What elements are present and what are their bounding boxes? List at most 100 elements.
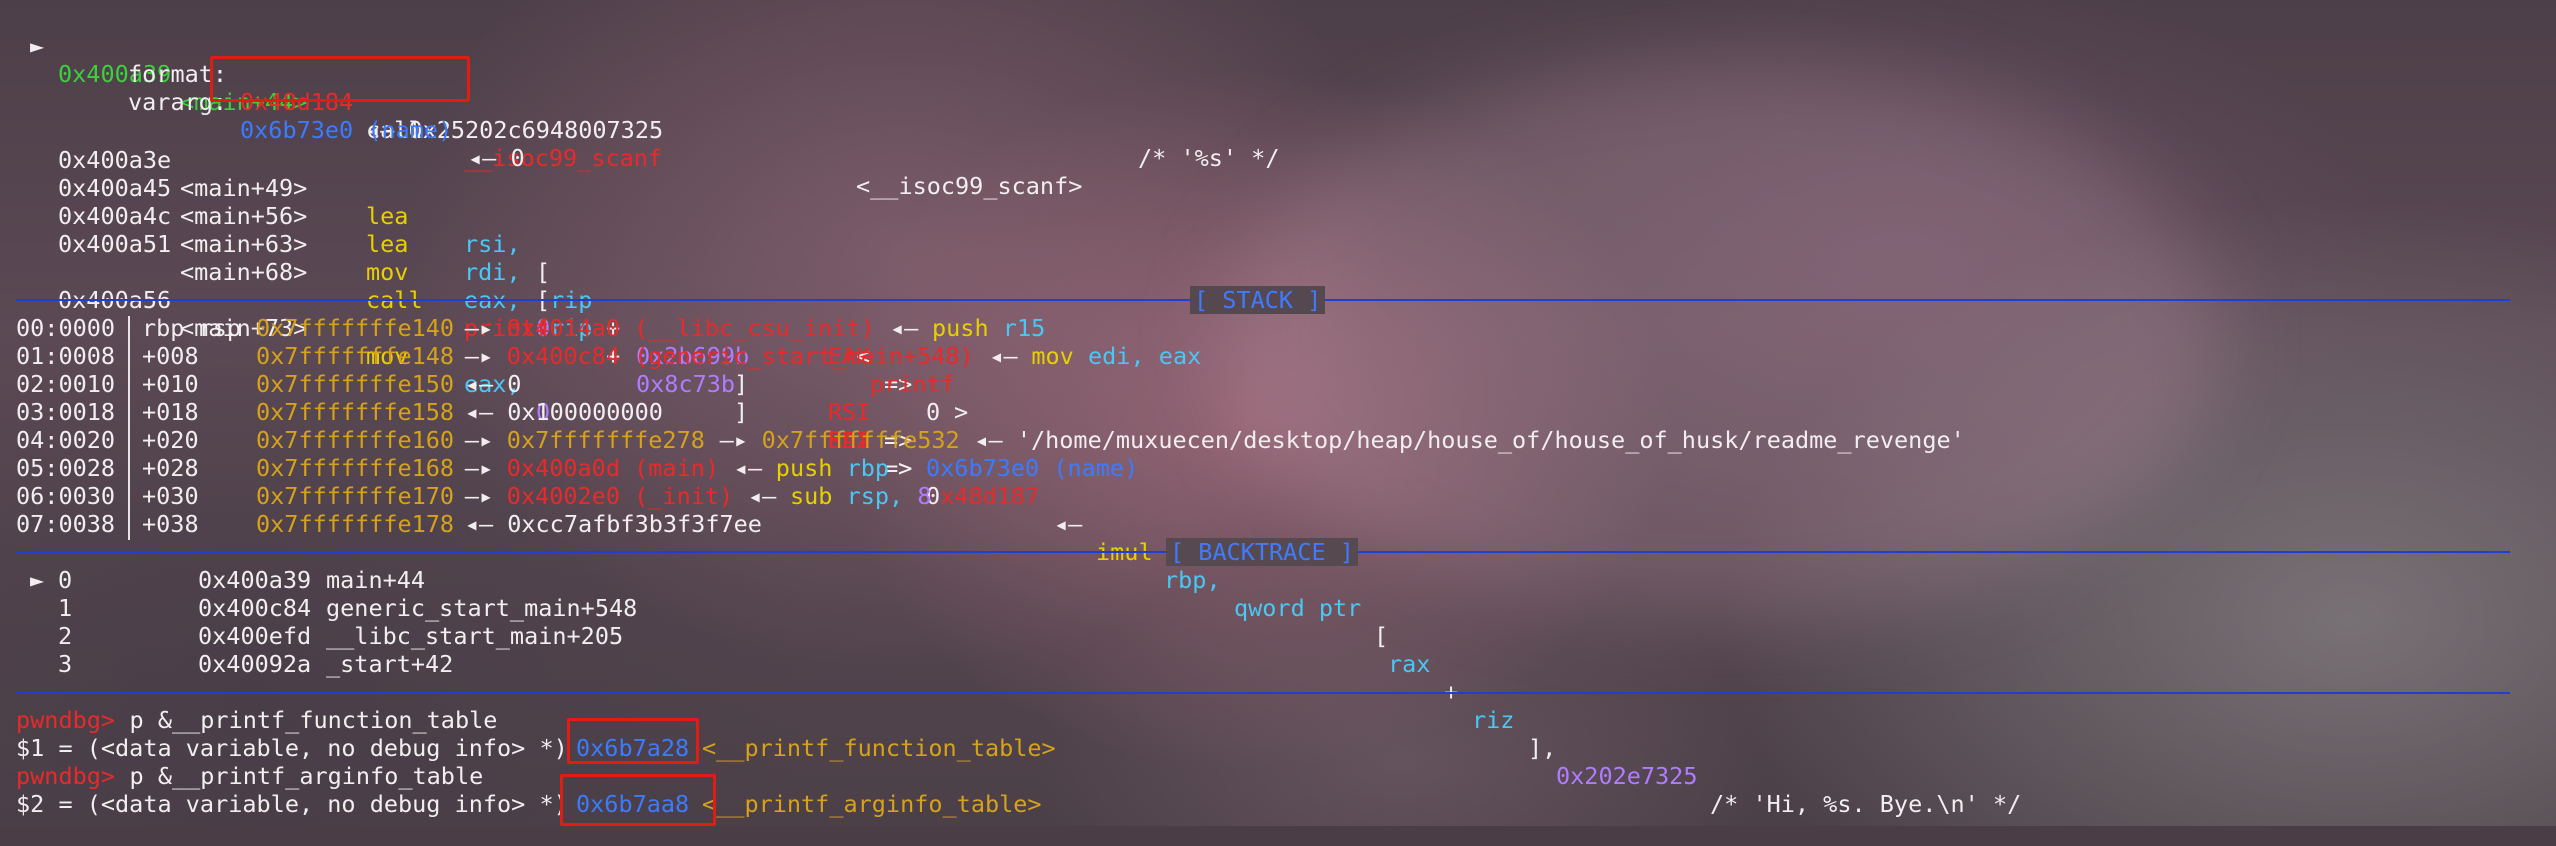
deref-value: 0x400a0d (main)	[506, 454, 720, 482]
disasm-function-offset: <main+68>	[180, 258, 308, 286]
deref-arrow: ◂—	[1054, 510, 1083, 538]
disasm-call-target: <__isoc99_scanf>	[856, 172, 1083, 200]
disasm-register: rsi,	[464, 230, 521, 258]
frame-address: 0x400c84	[198, 594, 312, 622]
deref-arrow: —▸	[464, 314, 494, 342]
tail-register: edi,	[1088, 342, 1145, 370]
result-value: 0	[926, 398, 941, 426]
stack-offset: +038	[142, 510, 199, 538]
stack-offset: rbp rsp	[142, 314, 242, 342]
stack-address: 0x7fffffffe168	[256, 454, 455, 482]
tail-mnemonic: push	[775, 454, 833, 482]
disasm-line: 0x400a3e <main+49> lea rsi, [ rip + 0x2b…	[0, 118, 1138, 482]
stack-title: [ STACK ]	[1190, 286, 1326, 314]
console-result: $2 = (<data variable, no debug info> *)	[16, 790, 568, 818]
console-result: $1 = (<data variable, no debug info> *)	[16, 734, 568, 762]
section-divider	[16, 692, 2510, 694]
disasm-bracket: ]	[734, 398, 749, 426]
pwndbg-prompt: pwndbg>	[16, 706, 116, 734]
stack-index: 03:0018	[16, 398, 116, 426]
disasm-address: 0x400a51	[58, 230, 172, 258]
stack-index: 07:0038	[16, 510, 116, 538]
tail-bracket: [	[1374, 622, 1389, 650]
tail-mnemonic: push	[932, 314, 989, 342]
stack-index: 05:0028	[16, 454, 116, 482]
frame-number: 3	[58, 650, 73, 678]
frame-symbol: generic_start_main+548	[326, 594, 638, 622]
deref-arrow: —▸	[464, 342, 494, 370]
frame-symbol: _start+42	[326, 650, 454, 678]
frame-number: 2	[58, 622, 73, 650]
result-symbol: <__printf_function_table>	[702, 734, 1056, 762]
stack-offset: +028	[142, 454, 199, 482]
deref-string: ◂— '/home/muxuecen/desktop/heap/house_of…	[974, 426, 1965, 454]
tail-number: 0x202e7325	[1556, 762, 1698, 790]
frame-symbol: __libc_start_main+205	[326, 622, 624, 650]
deref-value: 0x7fffffffe278	[506, 426, 705, 454]
deref-value: ◂— 0xcc7afbf3b3f3f7ee	[464, 510, 762, 538]
disasm-address: 0x400a4c	[58, 202, 172, 230]
disasm-mnemonic: lea	[366, 202, 409, 230]
tail-register: rax	[1388, 650, 1431, 678]
frame-number: 0	[58, 566, 73, 594]
disasm-arg-vararg: vararg: 0x6b73e0 (name) ◂— 0	[0, 60, 525, 172]
tail-register: rsp,	[846, 482, 904, 510]
tail-comment: /* 'Hi, %s. Bye.\n' */	[1710, 790, 2022, 818]
stack-index: 06:0030	[16, 482, 116, 510]
disasm-bracket: ]	[734, 370, 749, 398]
backtrace-title: [ BACKTRACE ]	[1166, 538, 1358, 566]
stack-address: 0x7fffffffe178	[256, 510, 455, 538]
stack-address: 0x7fffffffe150	[256, 370, 455, 398]
stack-index: 01:0008	[16, 342, 116, 370]
tail-qualifier: qword ptr	[1234, 594, 1362, 622]
terminal-window[interactable]: ► 0x400a39 <main+44> call __isoc99_scanf…	[0, 0, 2556, 826]
stack-offset: +020	[142, 426, 199, 454]
tail-mnemonic: sub	[790, 482, 833, 510]
tail-mnemonic: mov	[1031, 342, 1074, 370]
deref-arrow: —▸	[719, 426, 748, 454]
deref-value: 0x400c84 (generic_start_main+548)	[506, 342, 974, 370]
result-register: RSI	[828, 398, 871, 426]
disasm-line-current: ► 0x400a39 <main+44> call __isoc99_scanf…	[0, 4, 1082, 200]
deref-value: 0x7fffffffe532	[761, 426, 960, 454]
deref-arrow: ◂—	[733, 454, 763, 482]
disasm-offset: 0x8c73b	[636, 370, 736, 398]
disasm-bracket: [	[536, 258, 551, 286]
tail-register: r15	[1002, 314, 1046, 342]
stack-offset: +010	[142, 370, 199, 398]
stack-index-divider	[128, 316, 130, 540]
console-command: p &__printf_arginfo_table	[115, 762, 484, 790]
tail-number: 8	[917, 482, 932, 510]
backtrace-section-header: [ BACKTRACE ]	[0, 538, 2556, 566]
disasm-line: 0x400a51 <main+68> call printf < printf …	[0, 202, 968, 426]
deref-value: ◂— 0	[464, 370, 522, 398]
disasm-address: 0x400a3e	[58, 146, 172, 174]
deref-value: 0x4014a0 (__libc_csu_init)	[506, 314, 875, 342]
frame-symbol: main+44	[326, 566, 426, 594]
stack-address: 0x7fffffffe140	[256, 314, 455, 342]
disasm-arg-format: format: 0x48d184 ◂— 0x25202c6948007325 /…	[0, 32, 1279, 172]
disasm-line: 0x400a56 <main+73> mov eax, 0 EAX => 0	[0, 258, 940, 510]
arg-comment: /* '%s' */	[1138, 144, 1280, 172]
stack-address: 0x7fffffffe160	[256, 426, 455, 454]
current-frame-arrow-icon: ►	[30, 566, 45, 594]
tail-register: rbp,	[1164, 566, 1221, 594]
stack-index: 00:0000	[16, 314, 116, 342]
deref-value: 0x4002e0 (_init)	[506, 482, 734, 510]
call-target-bracket: >	[954, 398, 969, 426]
disasm-register: rdi,	[464, 258, 521, 286]
arg-value: 0x6b73e0 (name)	[240, 116, 453, 144]
disasm-address: 0x400a45	[58, 174, 172, 202]
call-target: printf	[870, 370, 955, 398]
disasm-line: 0x400a45 <main+56> lea rdi, [ rip + 0x8c…	[0, 146, 2021, 818]
disasm-function-offset: <main+49>	[180, 174, 308, 202]
stack-index: 02:0010	[16, 370, 116, 398]
result-value: 0x48d187	[926, 482, 1040, 510]
disasm-function-offset: <main+63>	[180, 230, 308, 258]
tail-register: rbp	[846, 454, 890, 482]
deref-arrow: —▸	[464, 454, 494, 482]
highlight-box-arginfo-table	[560, 774, 716, 826]
deref-arrow: ◂—	[890, 314, 919, 342]
arg-deref: ◂— 0	[468, 144, 525, 172]
console-command: p &__printf_function_table	[115, 706, 498, 734]
